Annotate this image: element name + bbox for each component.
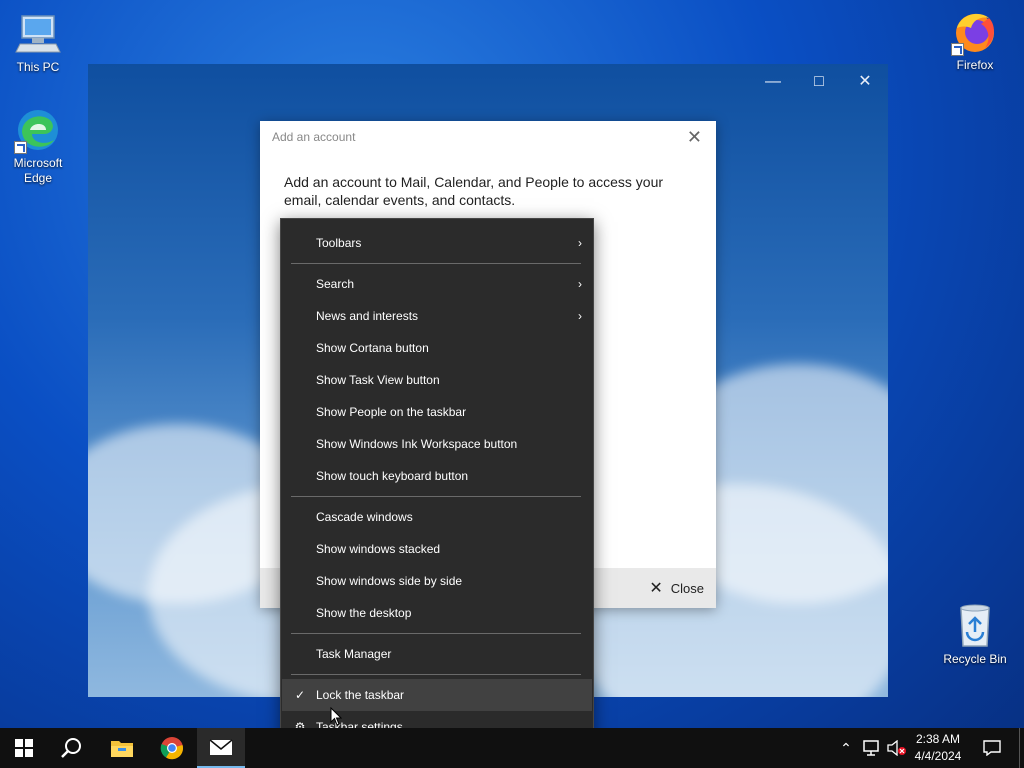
menu-item-show-windows-side-by-side[interactable]: Show windows side by side xyxy=(282,565,592,597)
recycle-bin-icon xyxy=(951,602,999,650)
chrome-button[interactable] xyxy=(148,728,196,768)
chevron-right-icon: › xyxy=(578,309,582,323)
taskbar-context-menu: Toolbars › Search › News and interests ›… xyxy=(280,218,594,752)
menu-item-label: Show People on the taskbar xyxy=(316,405,467,419)
menu-separator xyxy=(291,496,581,497)
desktop-icon-edge[interactable]: Microsoft Edge xyxy=(2,106,74,186)
dialog-close-icon[interactable]: ✕ xyxy=(687,127,702,147)
volume-button[interactable] xyxy=(884,728,910,768)
chrome-icon xyxy=(160,737,184,760)
desktop-icon-recycle-bin[interactable]: Recycle Bin xyxy=(939,602,1011,667)
menu-item-show-the-desktop[interactable]: Show the desktop xyxy=(282,597,592,629)
menu-separator xyxy=(291,263,581,264)
menu-item-cascade-windows[interactable]: Cascade windows xyxy=(282,501,592,533)
close-icon: ✕ xyxy=(649,580,663,597)
window-close-button[interactable]: ✕ xyxy=(842,70,888,94)
start-button[interactable] xyxy=(0,728,48,768)
action-center-button[interactable] xyxy=(972,728,1012,768)
close-button-label: Close xyxy=(670,580,704,596)
desktop-icon-firefox[interactable]: Firefox xyxy=(939,8,1011,73)
network-button[interactable] xyxy=(858,728,884,768)
computer-icon xyxy=(14,10,62,58)
checkmark-icon: ✓ xyxy=(294,688,306,702)
menu-item-label: Show touch keyboard button xyxy=(316,469,469,483)
menu-item-label: Toolbars xyxy=(316,236,362,250)
menu-item-label: Show Windows Ink Workspace button xyxy=(316,437,518,451)
desktop-icon-label-line2: Edge xyxy=(23,171,53,185)
chevron-right-icon: › xyxy=(578,236,582,250)
menu-separator xyxy=(291,674,581,675)
desktop-icon-label-line1: Microsoft xyxy=(13,156,63,170)
network-icon xyxy=(863,740,879,756)
menu-item-label: Show Task View button xyxy=(316,373,440,387)
menu-separator xyxy=(291,633,581,634)
menu-item-label: Cascade windows xyxy=(316,510,413,524)
menu-item-news-and-interests[interactable]: News and interests › xyxy=(282,300,592,332)
chevron-right-icon: › xyxy=(578,277,582,291)
firefox-icon xyxy=(951,8,999,56)
menu-item-show-task-view-button[interactable]: Show Task View button xyxy=(282,364,592,396)
dialog-title: Add an account xyxy=(272,130,356,144)
menu-item-search[interactable]: Search › xyxy=(282,268,592,300)
notification-icon xyxy=(983,740,1001,756)
menu-item-lock-the-taskbar[interactable]: ✓ Lock the taskbar xyxy=(282,679,592,711)
desktop-icon-label: Firefox xyxy=(956,58,994,72)
chevron-up-icon: ⌃ xyxy=(840,739,852,756)
show-hidden-icons-button[interactable]: ⌃ xyxy=(834,728,858,768)
mail-button[interactable] xyxy=(197,728,245,768)
menu-item-label: Show windows side by side xyxy=(316,574,463,588)
menu-item-label: Search xyxy=(316,277,355,291)
menu-item-label: Show the desktop xyxy=(316,606,412,620)
dialog-description: Add an account to Mail, Calendar, and Pe… xyxy=(284,174,664,208)
minimize-button[interactable]: — xyxy=(750,70,796,94)
search-button[interactable] xyxy=(48,728,96,768)
menu-item-toolbars[interactable]: Toolbars › xyxy=(282,227,592,259)
volume-muted-icon xyxy=(887,740,906,756)
clock-date: 4/4/2024 xyxy=(914,749,962,763)
clock[interactable]: 2:38 AM 4/4/2024 xyxy=(910,732,966,763)
shortcut-arrow-icon xyxy=(951,43,964,56)
menu-item-label: Show Cortana button xyxy=(316,341,429,355)
menu-item-show-touch-keyboard[interactable]: Show touch keyboard button xyxy=(282,460,592,492)
menu-item-label: Task Manager xyxy=(316,647,392,661)
menu-item-show-people[interactable]: Show People on the taskbar xyxy=(282,396,592,428)
menu-item-show-windows-stacked[interactable]: Show windows stacked xyxy=(282,533,592,565)
mail-icon xyxy=(209,739,233,755)
taskbar: ⌃ 2:38 AM 4/4/2024 xyxy=(0,728,1024,768)
desktop-icon-label: Recycle Bin xyxy=(943,652,1007,666)
edge-icon xyxy=(14,106,62,154)
menu-item-label: Show windows stacked xyxy=(316,542,441,556)
desktop-icon-label: This PC xyxy=(16,60,60,74)
menu-item-task-manager[interactable]: Task Manager xyxy=(282,638,592,670)
close-button[interactable]: ✕ Close xyxy=(649,576,704,600)
menu-item-label: News and interests xyxy=(316,309,419,323)
file-explorer-button[interactable] xyxy=(98,728,146,768)
search-icon xyxy=(61,738,81,758)
file-explorer-icon xyxy=(111,741,133,757)
show-desktop-button[interactable] xyxy=(1019,728,1024,768)
shortcut-arrow-icon xyxy=(14,141,27,154)
clock-time: 2:38 AM xyxy=(915,732,961,746)
menu-item-show-windows-ink[interactable]: Show Windows Ink Workspace button xyxy=(282,428,592,460)
menu-item-show-cortana-button[interactable]: Show Cortana button xyxy=(282,332,592,364)
maximize-button[interactable]: □ xyxy=(796,70,842,94)
start-icon xyxy=(15,739,33,757)
desktop-icon-this-pc[interactable]: This PC xyxy=(2,10,74,75)
